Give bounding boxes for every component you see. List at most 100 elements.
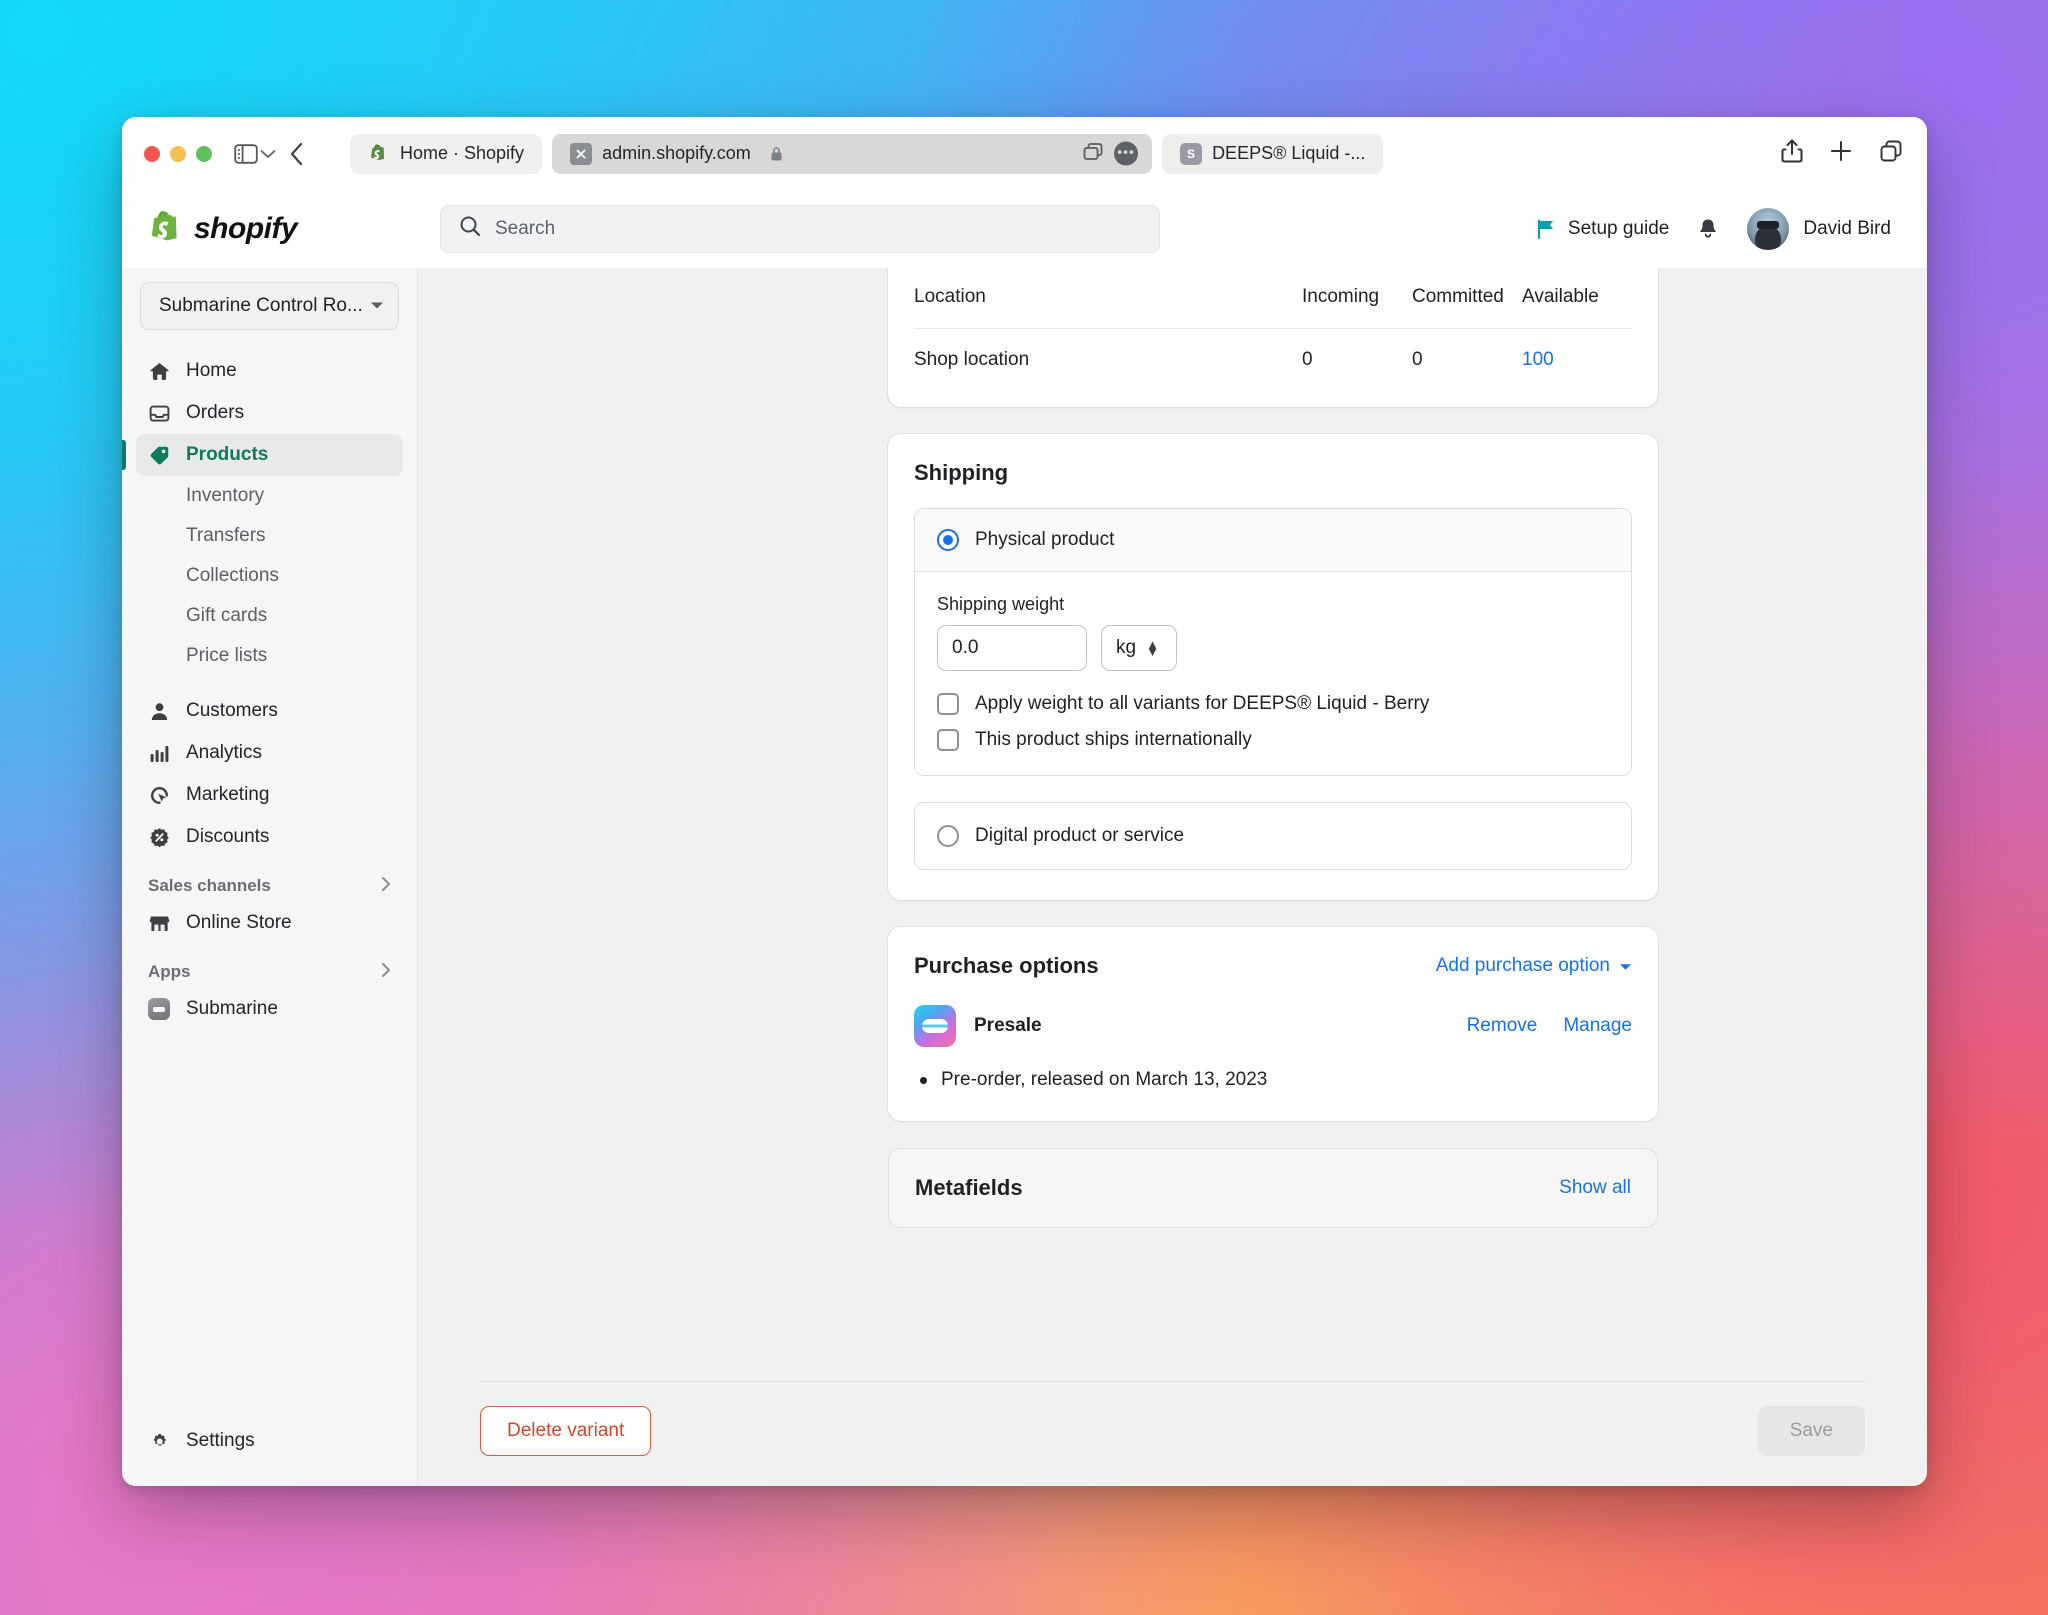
inventory-table: Location Incoming Committed Available Sh… (888, 268, 1658, 407)
submarine-app-icon (148, 998, 170, 1020)
sidebar-item-online-store[interactable]: Online Store (136, 902, 403, 944)
user-name: David Bird (1803, 217, 1891, 239)
discount-percent-icon (148, 827, 170, 848)
apply-weight-all-variants-label: Apply weight to all variants for DEEPS® … (975, 693, 1430, 714)
main-scroll-area[interactable]: Location Incoming Committed Available Sh… (418, 268, 1927, 1381)
radio-physical-product[interactable] (937, 529, 959, 551)
save-button[interactable]: Save (1757, 1406, 1865, 1456)
sidebar-item-discounts[interactable]: Discounts (136, 816, 403, 858)
sidebar-subitem-transfers[interactable]: Transfers (136, 516, 403, 556)
digital-product-option[interactable]: Digital product or service (914, 802, 1632, 870)
metafields-show-all-link[interactable]: Show all (1559, 1177, 1631, 1199)
browser-tab-admin[interactable]: admin.shopify.com ••• (552, 133, 1153, 174)
sidebar-item-analytics[interactable]: Analytics (136, 732, 403, 774)
maximize-window-button[interactable] (196, 145, 212, 162)
column-header-incoming: Incoming (1302, 286, 1380, 307)
sidebar-subitem-label: Collections (186, 565, 279, 586)
sidebar-subitem-inventory[interactable]: Inventory (136, 476, 403, 516)
sidebar-item-label: Orders (186, 402, 245, 423)
sidebar-item-products[interactable]: Products (122, 434, 403, 476)
minimize-window-button[interactable] (170, 145, 186, 162)
apply-weight-all-variants-row[interactable]: Apply weight to all variants for DEEPS® … (937, 693, 1609, 715)
shopify-topbar: shopify Search Setup guide David Bird (122, 190, 1927, 268)
radio-digital-product[interactable] (937, 825, 959, 847)
marketing-target-icon (148, 785, 170, 806)
add-purchase-option-button[interactable]: Add purchase option (1436, 955, 1632, 977)
products-tag-icon (148, 445, 170, 466)
purchase-option-detail-text: Pre-order, released on March 13, 2023 (941, 1069, 1268, 1090)
sidebar-item-label: Analytics (186, 742, 263, 763)
customer-icon (148, 701, 170, 722)
column-header-available: Available (1522, 286, 1599, 307)
share-icon[interactable] (1781, 138, 1803, 169)
close-window-button[interactable] (144, 145, 160, 162)
sidebar-item-label: Home (186, 360, 237, 381)
lock-icon (770, 146, 783, 162)
cell-available[interactable]: 100 (1522, 349, 1632, 371)
digital-product-label: Digital product or service (975, 825, 1185, 846)
plus-icon[interactable] (1829, 139, 1853, 168)
browser-chrome: Home · Shopify admin.shopify.com ••• S D… (122, 117, 1927, 190)
shipping-card: Shipping Physical product Shipping weigh… (888, 434, 1658, 900)
back-arrow-icon[interactable] (290, 142, 304, 166)
window-controls (144, 145, 212, 162)
shipping-title: Shipping (914, 460, 1009, 485)
physical-product-group: Physical product Shipping weight kg (914, 508, 1632, 776)
remove-purchase-option-button[interactable]: Remove (1467, 1015, 1538, 1037)
browser-tab-strip: Home · Shopify admin.shopify.com ••• S D… (350, 133, 1759, 174)
chevron-right-icon (381, 876, 391, 896)
browser-tab-home[interactable]: Home · Shopify (350, 133, 543, 174)
physical-product-option[interactable]: Physical product (915, 509, 1631, 571)
purchase-options-header: Purchase options Add purchase option (914, 953, 1632, 979)
tab-copy-icon[interactable] (1082, 141, 1104, 166)
sidebar-item-orders[interactable]: Orders (136, 392, 403, 434)
sidebar-subitem-price-lists[interactable]: Price lists (136, 636, 403, 676)
copy-icon[interactable] (1879, 139, 1903, 168)
browser-tab-deeps[interactable]: S DEEPS® Liquid -... (1162, 133, 1384, 174)
checkbox-ships-internationally[interactable] (937, 729, 959, 751)
metafields-title: Metafields (915, 1175, 1023, 1200)
shopify-icon (368, 143, 390, 165)
sidebar-subitem-gift-cards[interactable]: Gift cards (136, 596, 403, 636)
cell-incoming: 0 (1302, 349, 1313, 370)
manage-purchase-option-button[interactable]: Manage (1563, 1015, 1632, 1037)
sidebar-item-label: Customers (186, 700, 278, 721)
purchase-option-detail: Pre-order, released on March 13, 2023 (914, 1069, 1632, 1091)
app-body: Submarine Control Ro... Home Orders Prod… (122, 268, 1927, 1486)
sidebar-subitem-collections[interactable]: Collections (136, 556, 403, 596)
bell-icon[interactable] (1697, 217, 1719, 241)
ellipsis-icon[interactable]: ••• (1114, 141, 1139, 166)
sidebar-toggle-icon[interactable] (234, 143, 258, 164)
weight-unit-select[interactable]: kg ▲ ▼ (1101, 625, 1177, 671)
sidebar-item-submarine[interactable]: Submarine (136, 988, 403, 1030)
checkbox-apply-weight-all-variants[interactable] (937, 693, 959, 715)
search-input[interactable] (495, 217, 1141, 240)
setup-guide-button[interactable]: Setup guide (1536, 218, 1669, 240)
search-box[interactable] (440, 204, 1160, 253)
purchase-options-card: Purchase options Add purchase option Pre… (888, 927, 1658, 1121)
shopify-logo[interactable]: shopify (144, 210, 440, 248)
sidebar-item-home[interactable]: Home (136, 350, 403, 392)
ships-internationally-row[interactable]: This product ships internationally (937, 729, 1609, 751)
tab-trailing-controls: ••• (1082, 141, 1139, 166)
sidebar-item-settings[interactable]: Settings (136, 1420, 403, 1462)
ships-internationally-label: This product ships internationally (975, 729, 1252, 750)
store-selector[interactable]: Submarine Control Ro... (140, 282, 399, 330)
chevron-down-icon[interactable] (260, 149, 276, 159)
store-selector-label: Submarine Control Ro... (159, 295, 363, 316)
user-menu[interactable]: David Bird (1747, 207, 1891, 250)
sidebar-section-apps[interactable]: Apps (136, 956, 403, 988)
sidebar-section-sales-channels[interactable]: Sales channels (136, 870, 403, 902)
sidebar-item-label: Discounts (186, 826, 270, 847)
table-row: Shop location 0 0 100 (914, 328, 1632, 381)
sidebar-item-label: Submarine (186, 998, 278, 1019)
table-header-row: Location Incoming Committed Available (914, 268, 1632, 328)
shipping-weight-input[interactable] (937, 625, 1087, 671)
sidebar: Submarine Control Ro... Home Orders Prod… (122, 268, 418, 1486)
sidebar-item-customers[interactable]: Customers (136, 690, 403, 732)
browser-chrome-actions (1781, 138, 1903, 169)
delete-variant-button[interactable]: Delete variant (480, 1406, 652, 1456)
inventory-card: Location Incoming Committed Available Sh… (888, 268, 1658, 407)
browser-tab-title: admin.shopify.com (602, 143, 751, 163)
sidebar-item-marketing[interactable]: Marketing (136, 774, 403, 816)
